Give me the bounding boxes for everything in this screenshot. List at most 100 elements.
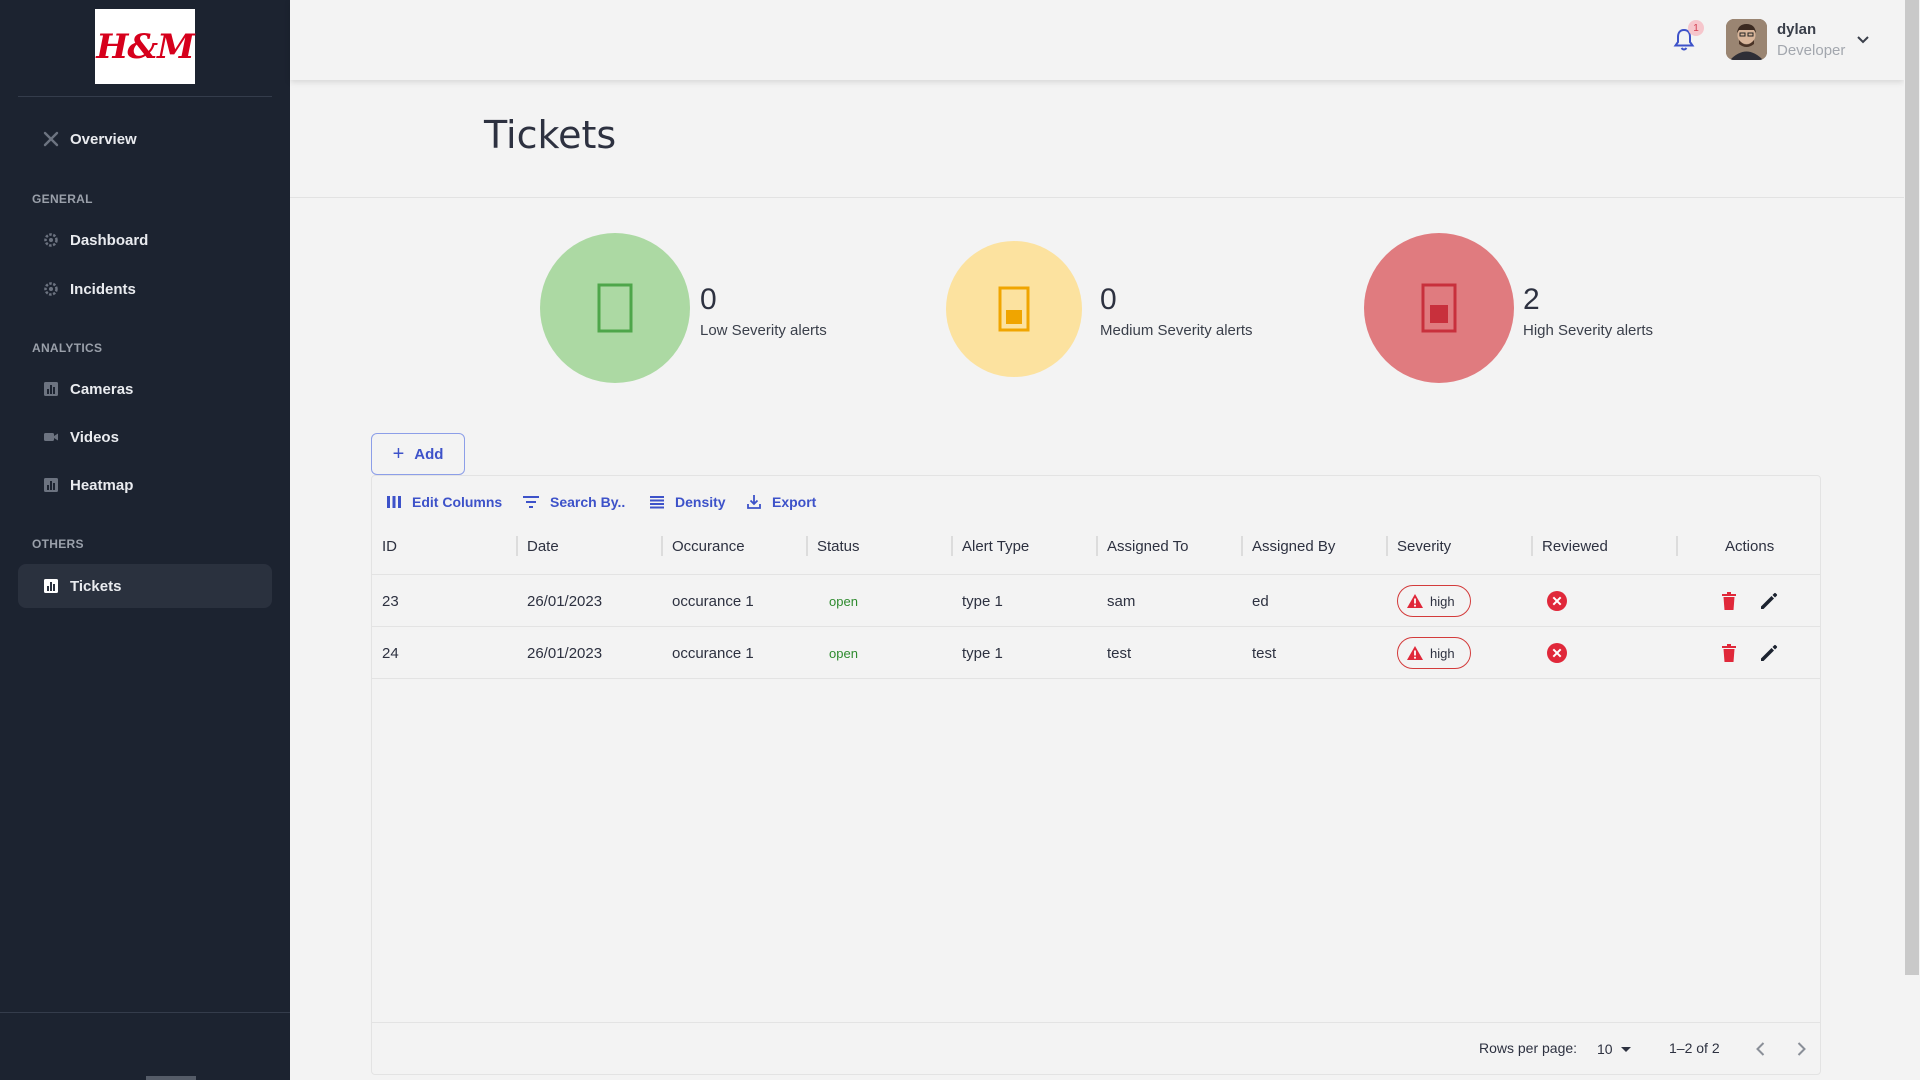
- low-severity-icon: [597, 283, 633, 333]
- cell-date: 26/01/2023: [527, 593, 603, 610]
- edit-columns-label: Edit Columns: [412, 494, 503, 510]
- sidebar-item-label: Videos: [70, 428, 119, 446]
- edit-columns-button[interactable]: Edit Columns: [386, 490, 502, 514]
- chart-icon: [42, 380, 60, 398]
- sidebar-item-dashboard[interactable]: Dashboard: [18, 218, 272, 262]
- add-button-label: Add: [414, 445, 444, 463]
- column-header-alert-type[interactable]: Alert Type: [962, 538, 1029, 555]
- cell-occurance: occurance 1: [672, 593, 754, 610]
- column-header-date[interactable]: Date: [527, 538, 559, 555]
- column-separator[interactable]: [1676, 536, 1678, 556]
- column-separator[interactable]: [516, 536, 518, 556]
- caret-down-icon: [1620, 1046, 1631, 1052]
- medium-severity-label: Medium Severity alerts: [1100, 322, 1253, 339]
- high-severity-count: 2: [1523, 283, 1540, 316]
- row-divider: [372, 678, 1820, 679]
- column-separator[interactable]: [1386, 536, 1388, 556]
- chevron-right-icon[interactable]: [1790, 1038, 1812, 1060]
- high-severity-circle: [1364, 233, 1514, 383]
- sidebar-scroll-handle[interactable]: [146, 1076, 196, 1080]
- sidebar-item-label: Heatmap: [70, 476, 134, 494]
- column-separator[interactable]: [1531, 536, 1533, 556]
- warning-icon: [1407, 646, 1423, 660]
- low-severity-count: 0: [700, 283, 717, 316]
- chevron-down-icon[interactable]: [1855, 31, 1871, 47]
- cell-alert-type: type 1: [962, 645, 1003, 662]
- cell-date: 26/01/2023: [527, 645, 603, 662]
- column-header-id[interactable]: ID: [382, 538, 397, 555]
- search-by-button[interactable]: Search By..: [522, 490, 625, 514]
- rows-per-page-select[interactable]: 10: [1597, 1038, 1637, 1060]
- user-name: dylan: [1777, 21, 1817, 38]
- column-header-occurance[interactable]: Occurance: [672, 538, 745, 555]
- search-by-label: Search By..: [550, 494, 626, 510]
- cell-id: 23: [382, 593, 399, 610]
- add-ticket-button[interactable]: + Add: [371, 433, 465, 475]
- header-row-divider: [372, 574, 1820, 575]
- page-scrollbar-thumb[interactable]: [1905, 0, 1919, 975]
- sidebar-item-tickets[interactable]: Tickets: [18, 564, 272, 608]
- sidebar-divider: [0, 1012, 290, 1013]
- gear-icon: [42, 280, 60, 298]
- cell-assigned-by: test: [1252, 645, 1277, 662]
- sidebar-section-others: OTHERS: [32, 537, 84, 551]
- video-camera-icon: [42, 428, 60, 446]
- sidebar-item-label: Dashboard: [70, 231, 149, 249]
- grid-footer-divider: [372, 1022, 1820, 1023]
- delete-icon[interactable]: [1718, 590, 1740, 612]
- severity-label: high: [1430, 593, 1455, 609]
- delete-icon[interactable]: [1718, 642, 1740, 664]
- rows-per-page-label: Rows per page:: [1479, 1040, 1578, 1056]
- columns-icon: [387, 496, 401, 508]
- column-header-reviewed[interactable]: Reviewed: [1542, 538, 1608, 555]
- column-separator[interactable]: [661, 536, 663, 556]
- sidebar: H&M Overview GENERAL Dashboard Incidents…: [0, 0, 290, 1080]
- brand-logo[interactable]: H&M: [95, 9, 195, 84]
- sidebar-item-incidents[interactable]: Incidents: [18, 267, 272, 311]
- column-header-severity[interactable]: Severity: [1397, 538, 1451, 555]
- not-reviewed-icon: [1547, 591, 1567, 611]
- cell-alert-type: type 1: [962, 593, 1003, 610]
- medium-severity-circle: [946, 241, 1082, 377]
- warning-icon: [1407, 594, 1423, 608]
- column-separator[interactable]: [1241, 536, 1243, 556]
- export-label: Export: [772, 494, 817, 510]
- severity-label: high: [1430, 645, 1455, 661]
- export-button[interactable]: Export: [746, 490, 816, 514]
- tickets-grid: [371, 475, 1821, 1075]
- user-role: Developer: [1777, 42, 1846, 59]
- column-header-assigned-by[interactable]: Assigned By: [1252, 538, 1335, 555]
- column-separator[interactable]: [951, 536, 953, 556]
- high-severity-label: High Severity alerts: [1523, 322, 1654, 339]
- column-header-assigned-to[interactable]: Assigned To: [1107, 538, 1188, 555]
- cell-assigned-by: ed: [1252, 593, 1269, 610]
- sidebar-item-videos[interactable]: Videos: [18, 415, 272, 459]
- density-icon: [650, 496, 664, 509]
- low-severity-circle: [540, 233, 690, 383]
- plus-icon: +: [392, 443, 405, 465]
- sidebar-item-overview[interactable]: Overview: [18, 117, 272, 161]
- edit-pencil-icon[interactable]: [1758, 642, 1780, 664]
- not-reviewed-icon: [1547, 643, 1567, 663]
- avatar[interactable]: [1726, 19, 1767, 60]
- sidebar-item-cameras[interactable]: Cameras: [18, 367, 272, 411]
- sidebar-item-heatmap[interactable]: Heatmap: [18, 463, 272, 507]
- column-separator[interactable]: [1096, 536, 1098, 556]
- column-separator[interactable]: [806, 536, 808, 556]
- density-button[interactable]: Density: [649, 490, 726, 514]
- severity-chip: high: [1397, 585, 1471, 617]
- notification-badge: 1: [1688, 20, 1704, 36]
- edit-pencil-icon[interactable]: [1758, 590, 1780, 612]
- chevron-left-icon[interactable]: [1750, 1038, 1772, 1060]
- tools-icon: [42, 130, 60, 148]
- brand-logo-text: H&M: [96, 26, 194, 67]
- column-header-status[interactable]: Status: [817, 538, 860, 555]
- sidebar-item-label: Tickets: [70, 577, 122, 595]
- density-label: Density: [675, 494, 726, 510]
- cell-assigned-to: test: [1107, 645, 1132, 662]
- page-title: Tickets: [484, 113, 617, 157]
- medium-severity-count: 0: [1100, 283, 1117, 316]
- gear-icon: [42, 231, 60, 249]
- sidebar-divider: [18, 96, 272, 97]
- download-icon: [747, 495, 761, 509]
